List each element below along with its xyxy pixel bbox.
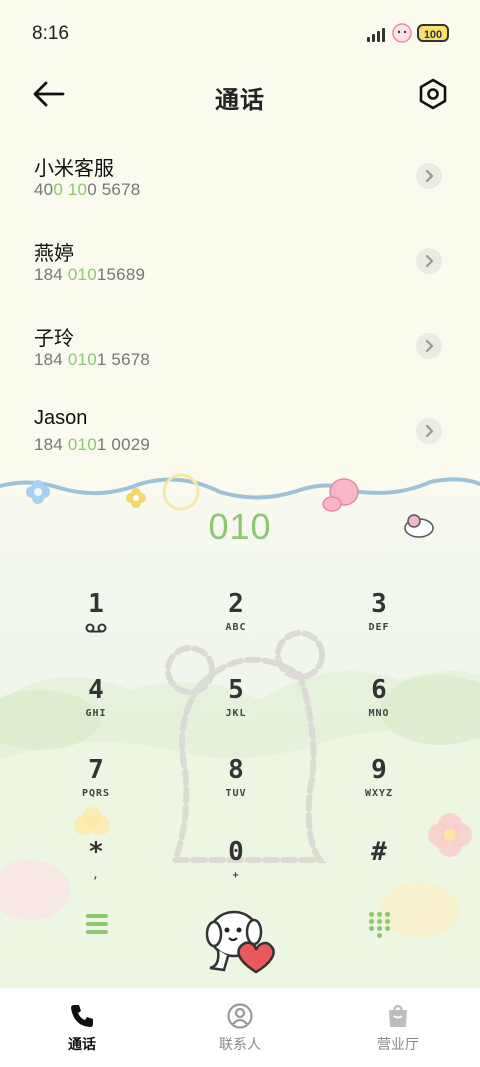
key-digit: 6 <box>371 675 387 705</box>
chevron-right-icon[interactable] <box>416 248 442 274</box>
contact-name: 小米客服 <box>34 158 114 180</box>
key-letters: , <box>92 870 100 881</box>
page-title: 通话 <box>215 87 265 114</box>
key-digit: 8 <box>228 755 244 785</box>
contact-number: 400 100 5678 <box>34 180 141 199</box>
nav-tab-service-hall[interactable]: 营业厅 <box>318 988 478 1067</box>
key-digit: 5 <box>228 675 244 705</box>
key-8[interactable]: 8 TUV <box>176 754 296 824</box>
key-digit: * <box>88 837 104 867</box>
key-6[interactable]: 6 MNO <box>319 674 439 744</box>
key-1[interactable]: 1 <box>36 588 156 658</box>
dog-heart-call-button[interactable] <box>200 900 280 980</box>
nav-label: 营业厅 <box>377 1036 419 1052</box>
key-digit: 2 <box>228 589 244 619</box>
nav-tab-calls[interactable]: 通话 <box>2 988 162 1067</box>
chevron-right-icon[interactable] <box>416 333 442 359</box>
chevron-right-icon[interactable] <box>416 163 442 189</box>
flower-sticker-icon <box>392 23 412 43</box>
key-letters: TUV <box>225 788 247 799</box>
call-list-item[interactable]: 小米客服 400 100 5678 <box>0 138 480 223</box>
contacts-icon <box>227 1003 253 1029</box>
status-bar: 8:16 100 <box>0 0 480 64</box>
nav-tab-contacts[interactable]: 联系人 <box>160 988 320 1067</box>
call-list-item[interactable]: 燕婷 184 01015689 <box>0 223 480 308</box>
nav-label: 联系人 <box>219 1036 261 1052</box>
contact-name: 燕婷 <box>34 243 74 265</box>
voicemail-icon <box>85 623 107 633</box>
call-list-item[interactable]: 子玲 184 0101 5678 <box>0 308 480 393</box>
app-header: 通话 <box>0 64 480 124</box>
clock: 8:16 <box>32 23 69 44</box>
signal-icon <box>367 28 389 42</box>
key-5[interactable]: 5 JKL <box>176 674 296 744</box>
contact-number: 184 01015689 <box>34 265 146 284</box>
key-4[interactable]: 4 GHI <box>36 674 156 744</box>
key-letters: WXYZ <box>364 788 394 799</box>
contact-name: Jason <box>34 407 88 429</box>
key-digit: # <box>371 837 387 867</box>
call-list: 小米客服 400 100 5678 燕婷 184 01015689 子玲 184… <box>0 138 480 478</box>
contact-number: 184 0101 5678 <box>34 350 151 369</box>
key-digit: 4 <box>88 675 104 705</box>
key-2[interactable]: 2 ABC <box>176 588 296 658</box>
key-digit: 3 <box>371 589 387 619</box>
nav-label: 通话 <box>68 1036 96 1052</box>
key-letters: + <box>232 870 240 881</box>
dialed-number: 010 <box>208 506 272 547</box>
key-3[interactable]: 3 DEF <box>319 588 439 658</box>
key-digit: 1 <box>88 589 104 619</box>
settings-hexagon-icon[interactable] <box>415 76 451 112</box>
phone-icon <box>71 1005 93 1027</box>
key-letters: PQRS <box>81 788 111 799</box>
key-digit: 0 <box>228 837 244 867</box>
menu-icon[interactable] <box>86 914 110 936</box>
bag-icon <box>389 1004 407 1027</box>
key-letters: ABC <box>225 622 247 633</box>
contact-name: 子玲 <box>34 328 74 350</box>
key-letters: JKL <box>225 708 247 719</box>
key-letters: GHI <box>85 708 107 719</box>
key-hash[interactable]: # <box>319 836 439 906</box>
key-star[interactable]: * , <box>36 836 156 906</box>
key-digit: 7 <box>88 755 104 785</box>
bottom-navigation: 通话 联系人 营业厅 <box>0 988 480 1067</box>
key-digit: 9 <box>371 755 387 785</box>
key-7[interactable]: 7 PQRS <box>36 754 156 824</box>
key-letters: DEF <box>368 622 390 633</box>
key-0[interactable]: 0 + <box>176 836 296 906</box>
key-9[interactable]: 9 WXYZ <box>319 754 439 824</box>
dialpad-grid-icon[interactable] <box>368 912 392 938</box>
key-letters: MNO <box>368 708 390 719</box>
battery-indicator: 100 <box>417 24 449 42</box>
